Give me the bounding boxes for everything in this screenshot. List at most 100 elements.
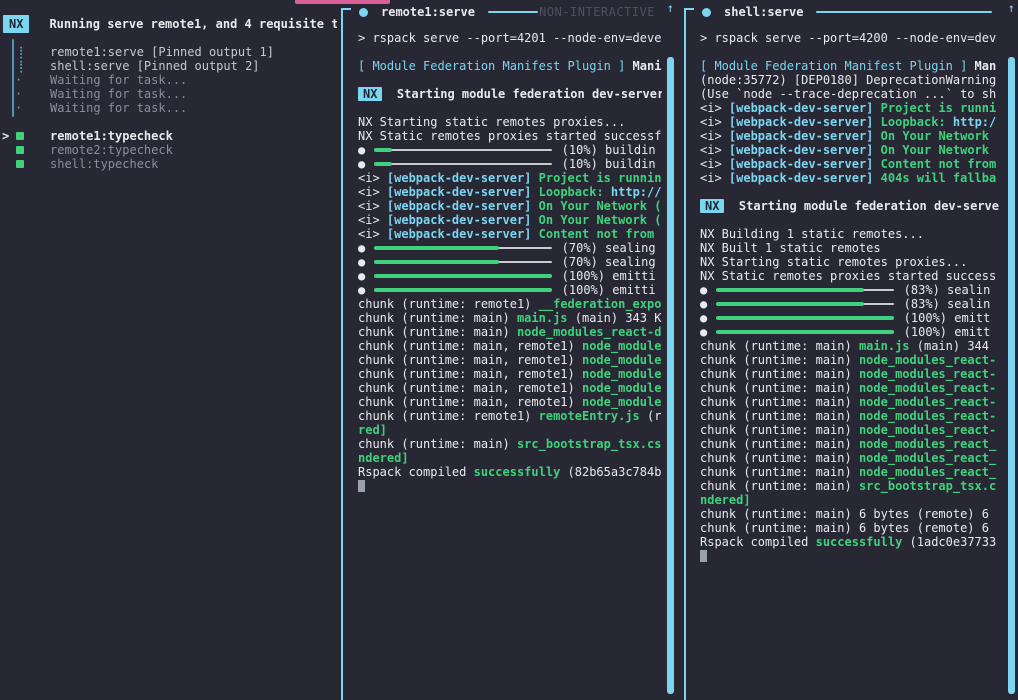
terminal-line: Rspack compiled successfully (1adc0e3773… bbox=[700, 535, 1004, 549]
progress-bar bbox=[374, 163, 552, 165]
terminal-line: chunk (runtime: main) node_modules_react… bbox=[700, 437, 1004, 451]
task-row[interactable]: · Waiting for task... bbox=[0, 101, 341, 115]
terminal-output[interactable]: > rspack serve --port=4201 --node-env=de… bbox=[358, 31, 662, 700]
progress-bar bbox=[716, 289, 894, 291]
task-label: shell:typecheck bbox=[50, 157, 335, 171]
terminal-line: chunk (runtime: main) src_bootstrap_tsx.… bbox=[700, 479, 1004, 493]
pane-header: shell:serve bbox=[702, 4, 992, 20]
terminal-line bbox=[700, 213, 1004, 227]
terminal-line: chunk (runtime: remote1) remoteEntry.js … bbox=[358, 409, 662, 423]
scroll-up-icon[interactable]: ↑ bbox=[1008, 1, 1015, 15]
terminal-line: NX Starting module federation dev-serve bbox=[700, 199, 1004, 213]
terminal-line: > rspack serve --port=4201 --node-env=de… bbox=[358, 31, 662, 45]
task-row[interactable]: ·Waiting for task... bbox=[0, 73, 341, 87]
terminal-line: chunk (runtime: main) node_modules_react… bbox=[700, 423, 1004, 437]
terminal-line: NX Built 1 static remotes bbox=[700, 241, 1004, 255]
pane-title: remote1:serve bbox=[381, 5, 475, 19]
waiting-dot-icon: · bbox=[15, 101, 22, 115]
terminal-line: chunk (runtime: main) main.js (main) 343… bbox=[358, 311, 662, 325]
task-label: Waiting for task... bbox=[50, 87, 335, 101]
terminal-cursor bbox=[358, 480, 365, 492]
terminal-output[interactable]: > rspack serve --port=4200 --node-env=de… bbox=[700, 31, 1004, 700]
terminal-line: chunk (runtime: main, remote1) node_modu… bbox=[358, 367, 662, 381]
terminal-line: <i> [webpack-dev-server] Content not fro… bbox=[358, 227, 662, 241]
terminal-line: chunk (runtime: main) 6 bytes (remote) 6 bbox=[700, 521, 1004, 535]
terminal-line: chunk (runtime: main) node_modules_react… bbox=[358, 325, 662, 339]
terminal-line: NX Building 1 static remotes... bbox=[700, 227, 1004, 241]
terminal-line: chunk (runtime: main) node_modules_react… bbox=[700, 395, 1004, 409]
terminal-line: ndered] bbox=[358, 451, 662, 465]
terminal-line: chunk (runtime: main) 6 bytes (remote) 6 bbox=[700, 507, 1004, 521]
scroll-up-icon[interactable]: ↑ bbox=[667, 1, 674, 15]
pane-border-stub bbox=[341, 8, 351, 10]
terminal-line bbox=[700, 549, 1004, 563]
terminal-line: chunk (runtime: main) node_modules_react… bbox=[700, 409, 1004, 423]
header-rule bbox=[816, 11, 992, 13]
terminal-line: chunk (runtime: main, remote1) node_modu… bbox=[358, 353, 662, 367]
terminal-line: ● (100%) emitti bbox=[358, 269, 662, 283]
terminal-cursor bbox=[700, 550, 707, 562]
terminal-line: <i> [webpack-dev-server] Content not fro… bbox=[700, 157, 1004, 171]
terminal-line: chunk (runtime: main, remote1) node_modu… bbox=[358, 381, 662, 395]
terminal-line: (node:35772) [DEP0180] DeprecationWarnin… bbox=[700, 73, 1004, 87]
pane-title: shell:serve bbox=[724, 5, 803, 19]
pane-border bbox=[341, 8, 343, 700]
task-label: shell:serve [Pinned output 2] bbox=[50, 59, 335, 73]
terminal-line: chunk (runtime: remote1) __federation_ex… bbox=[358, 297, 662, 311]
pane-shell-serve[interactable]: shell:serve ↑ > rspack serve --port=4200… bbox=[684, 0, 1018, 700]
pane-remote1-serve[interactable]: remote1:serve NON-INTERACTIVE ↑ > rspack… bbox=[341, 0, 681, 700]
terminal-line bbox=[358, 479, 662, 493]
terminal-line: <i> [webpack-dev-server] 404s will fallb… bbox=[700, 171, 1004, 185]
queued-task-list: > remote1:typecheckremote2:typecheckshell… bbox=[0, 129, 341, 171]
pane-header: remote1:serve NON-INTERACTIVE bbox=[359, 4, 655, 20]
mode-label: NON-INTERACTIVE bbox=[539, 5, 655, 19]
task-row[interactable]: shell:typecheck bbox=[0, 157, 341, 171]
run-header: NX Running serve remote1, and 4 requisit… bbox=[3, 14, 337, 34]
terminal-line: <i> [webpack-dev-server] On Your Network bbox=[700, 129, 1004, 143]
spinner-icon: ⢸ bbox=[15, 45, 24, 59]
terminal-line bbox=[358, 45, 662, 59]
task-list-panel[interactable]: NX Running serve remote1, and 4 requisit… bbox=[0, 0, 341, 700]
terminal-line: ● (10%) buildin bbox=[358, 143, 662, 157]
spinner-icon: ⢸ bbox=[15, 59, 24, 73]
waiting-dot-icon: · bbox=[15, 87, 22, 101]
task-label: remote1:typecheck bbox=[50, 129, 335, 143]
pane-border bbox=[684, 8, 686, 700]
terminal-line: chunk (runtime: main) main.js (main) 344 bbox=[700, 339, 1004, 353]
task-row[interactable]: remote2:typecheck bbox=[0, 143, 341, 157]
task-row[interactable]: > remote1:typecheck bbox=[0, 129, 341, 143]
terminal-line: ● (70%) sealing bbox=[358, 241, 662, 255]
terminal-line: ● (100%) emitt bbox=[700, 311, 1004, 325]
task-label: Waiting for task... bbox=[50, 101, 335, 115]
task-row[interactable]: ⢸ remote1:serve [Pinned output 1] bbox=[0, 45, 341, 59]
progress-bar bbox=[374, 289, 552, 291]
terminal-line: NX Starting module federation dev-server bbox=[358, 87, 662, 101]
terminal-line: chunk (runtime: main) node_modules_react… bbox=[700, 353, 1004, 367]
terminal-line: > rspack serve --port=4200 --node-env=de… bbox=[700, 31, 1004, 45]
terminal-line: <i> [webpack-dev-server] Project is runn… bbox=[358, 171, 662, 185]
task-row[interactable]: · Waiting for task... bbox=[0, 87, 341, 101]
terminal-line: [ Module Federation Manifest Plugin ] Ma… bbox=[358, 59, 662, 73]
terminal-line: <i> [webpack-dev-server] On Your Network… bbox=[358, 199, 662, 213]
scrollbar[interactable] bbox=[1008, 57, 1015, 694]
task-status-icon bbox=[16, 132, 24, 140]
task-label: remote1:serve [Pinned output 1] bbox=[50, 45, 335, 59]
terminal-line: ndered] bbox=[700, 493, 1004, 507]
terminal-line: chunk (runtime: main) node_modules_react… bbox=[700, 367, 1004, 381]
terminal-line: NX Starting static remotes proxies... bbox=[358, 115, 662, 129]
pane-border-stub bbox=[684, 8, 694, 10]
terminal-line: ● (10%) buildin bbox=[358, 157, 662, 171]
progress-bar bbox=[716, 317, 894, 319]
terminal-line: <i> [webpack-dev-server] Loopback: http:… bbox=[700, 115, 1004, 129]
terminal-line: Rspack compiled successfully (82b65a3c78… bbox=[358, 465, 662, 479]
terminal-line: ● (83%) sealin bbox=[700, 297, 1004, 311]
progress-bar bbox=[374, 247, 552, 249]
terminal-line bbox=[700, 45, 1004, 59]
terminal-line: NX Static remotes proxies started succes… bbox=[700, 269, 1004, 283]
selection-arrow-icon: > bbox=[2, 129, 9, 143]
task-row[interactable]: ⢸ shell:serve [Pinned output 2] bbox=[0, 59, 341, 73]
terminal-line: chunk (runtime: main) node_modules_react… bbox=[700, 381, 1004, 395]
terminal-line: <i> [webpack-dev-server] On Your Network bbox=[700, 143, 1004, 157]
scrollbar[interactable] bbox=[667, 57, 674, 694]
terminal-line: <i> [webpack-dev-server] On Your Network… bbox=[358, 213, 662, 227]
